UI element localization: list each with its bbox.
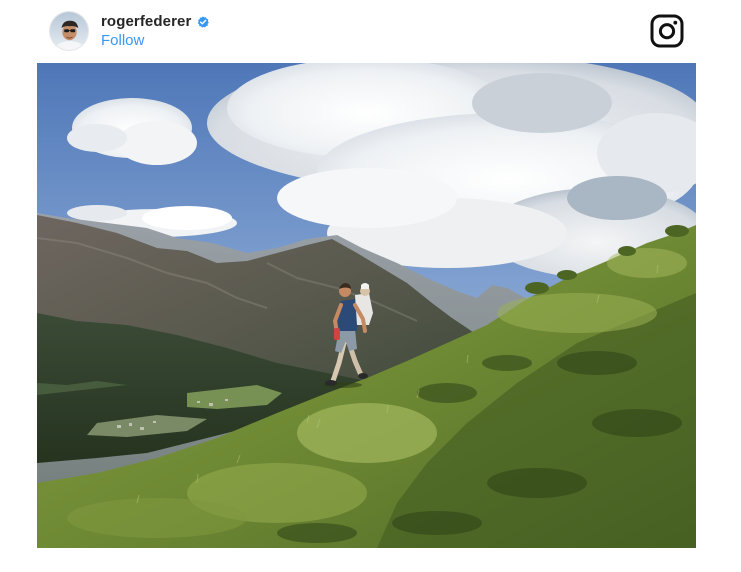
username[interactable]: roger​federer	[101, 13, 191, 31]
avatar-photo	[50, 12, 88, 50]
mountain-hiking-photo	[37, 63, 696, 548]
avatar[interactable]	[49, 11, 89, 51]
post-photo[interactable]	[37, 63, 696, 548]
instagram-icon[interactable]	[650, 14, 684, 48]
verified-badge-icon	[198, 16, 210, 28]
username-row: roger​federer	[101, 13, 210, 31]
post-header: roger​federer Follow	[0, 0, 741, 62]
follow-button[interactable]: Follow	[101, 32, 144, 50]
